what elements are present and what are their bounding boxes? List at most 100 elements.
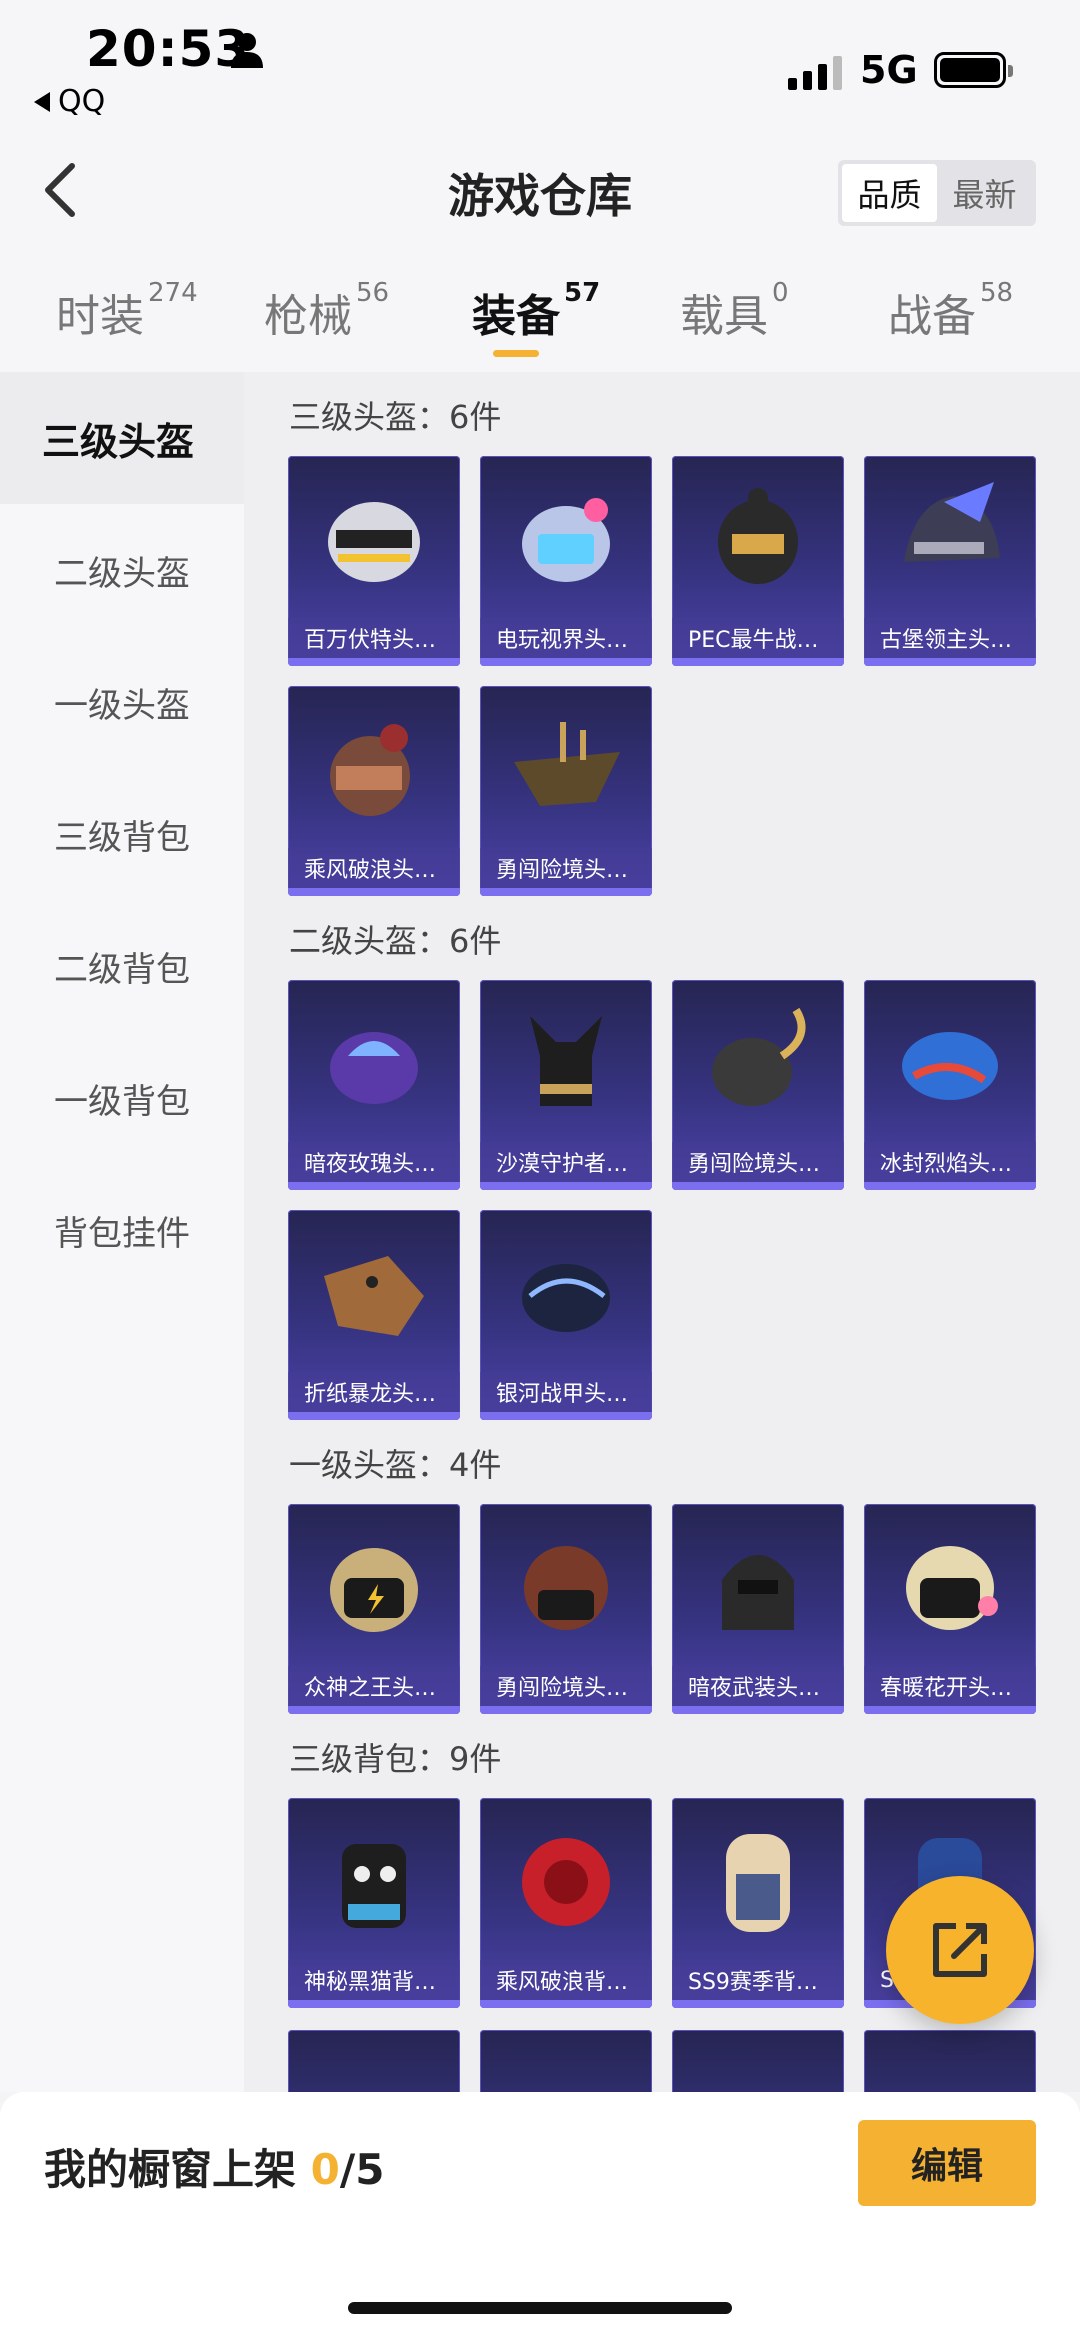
helmet-icon [330,724,410,816]
helmet-icon [902,1032,998,1100]
sidebar-item-level2-backpack[interactable]: 二级背包 [0,900,244,1032]
item-card[interactable]: 乘风破浪头… [288,686,460,896]
status-bar: 20:53 QQ 5G [0,0,1080,130]
item-card[interactable]: 春暖花开头… [864,1504,1036,1714]
helmet-icon [524,1546,608,1630]
item-name: 神秘黑猫背… [288,1960,460,2000]
backpack-icon [342,1844,406,1928]
item-card[interactable]: PEC最牛战… [672,456,844,666]
status-time: 20:53 [86,20,251,78]
tab-battle-supplies[interactable]: 战备 58 [888,278,1013,344]
item-name: 折纸暴龙头… [288,1372,460,1412]
section-title: 二级头盔：6件 [289,922,502,960]
shelf-status: 我的橱窗上架 0/5 [44,2145,385,2194]
sort-toggle: 品质 最新 [838,160,1036,226]
helmet-icon [718,488,798,584]
item-card[interactable] [480,2030,652,2092]
item-name: 暗夜武装头… [672,1666,844,1706]
helmet-icon [722,1555,794,1630]
sidebar-item-level3-backpack[interactable]: 三级背包 [0,768,244,900]
helmet-icon [324,1256,424,1336]
item-card[interactable]: 乘风破浪背… [480,1798,652,2008]
section-title: 三级头盔：6件 [289,398,502,436]
backpack-icon [522,1838,610,1926]
back-app-label: QQ [58,84,106,119]
back-triangle-icon [34,91,50,112]
helmet-icon [906,1546,998,1630]
nav-header: 游戏仓库 品质 最新 [0,130,1080,250]
item-name: 电玩视界头… [480,618,652,658]
sidebar-item-backpack-pendant[interactable]: 背包挂件 [0,1164,244,1296]
helmet-icon [522,498,610,582]
item-card[interactable]: 勇闯险境头… [480,686,652,896]
item-name: 沙漠守护者… [480,1142,652,1182]
sidebar-item-level2-helmet[interactable]: 二级头盔 [0,504,244,636]
edit-button[interactable]: 编辑 [858,2120,1036,2206]
item-card[interactable]: 百万伏特头… [288,456,460,666]
sidebar-item-level1-helmet[interactable]: 一级头盔 [0,636,244,768]
item-name: 百万伏特头… [288,618,460,658]
item-card[interactable]: 冰封烈焰头… [864,980,1036,1190]
item-name: 银河战甲头… [480,1372,652,1412]
back-to-app-link[interactable]: QQ [34,84,105,119]
item-card[interactable]: SS9赛季背… [672,1798,844,2008]
tab-vehicles[interactable]: 载具 0 [680,278,789,344]
section-title: 一级头盔：4件 [289,1446,502,1484]
sidebar-item-level1-backpack[interactable]: 一级背包 [0,1032,244,1164]
helmet-icon [530,1016,602,1106]
helmet-icon [712,1007,806,1106]
tab-guns[interactable]: 枪械 56 [264,278,389,344]
item-grid: 三级头盔：6件 百万伏特头… 电玩视界头… PEC最牛战… 古堡领主头… 乘风破… [244,372,1080,2092]
share-button[interactable] [886,1876,1034,2024]
share-icon [933,1923,987,1977]
home-indicator [348,2302,732,2314]
item-card[interactable]: 银河战甲头… [480,1210,652,1420]
tab-active-indicator [493,350,539,357]
item-card[interactable]: 神秘黑猫背… [288,1798,460,2008]
item-name: 乘风破浪背… [480,1960,652,2000]
item-card[interactable] [288,2030,460,2092]
item-name: 冰封烈焰头… [864,1142,1036,1182]
item-name: SS9赛季背… [672,1960,844,2000]
item-name: 勇闯险境头… [480,848,652,888]
network-type: 5G [860,48,918,92]
helmet-icon [522,1264,610,1332]
item-name: 众神之王头… [288,1666,460,1706]
tab-fashion[interactable]: 时装 274 [56,278,198,344]
sort-option-newest[interactable]: 最新 [937,164,1032,222]
section-title: 三级背包：9件 [289,1740,502,1778]
item-card[interactable]: 暗夜武装头… [672,1504,844,1714]
item-card[interactable]: 电玩视界头… [480,456,652,666]
bottom-shelf-bar: 我的橱窗上架 0/5 编辑 [0,2092,1080,2337]
signal-icon [788,56,842,90]
item-card[interactable]: 折纸暴龙头… [288,1210,460,1420]
helmet-icon [514,722,620,806]
item-card[interactable]: 暗夜玫瑰头… [288,980,460,1190]
item-name: 暗夜玫瑰头… [288,1142,460,1182]
item-name: 乘风破浪头… [288,848,460,888]
item-card[interactable]: 众神之王头… [288,1504,460,1714]
person-icon [231,33,263,68]
item-card[interactable] [864,2030,1036,2092]
battery-icon [934,52,1013,88]
helmet-icon [328,502,420,582]
helmet-icon [330,1032,418,1104]
item-card[interactable]: 沙漠守护者… [480,980,652,1190]
helmet-icon [904,482,1000,562]
item-card[interactable]: 古堡领主头… [864,456,1036,666]
sort-option-quality[interactable]: 品质 [842,164,937,222]
item-name: 春暖花开头… [864,1666,1036,1706]
item-card[interactable]: 勇闯险境头… [480,1504,652,1714]
item-name: 勇闯险境头… [672,1142,844,1182]
item-card[interactable]: 勇闯险境头… [672,980,844,1190]
helmet-icon [330,1548,418,1632]
item-name: 勇闯险境头… [480,1666,652,1706]
subcategory-sidebar: 三级头盔 二级头盔 一级头盔 三级背包 二级背包 一级背包 背包挂件 [0,372,244,2092]
sidebar-item-level3-helmet[interactable]: 三级头盔 [0,372,244,504]
tab-equipment[interactable]: 装备 57 [472,278,600,344]
item-name: 古堡领主头… [864,618,1036,658]
backpack-icon [726,1834,790,1932]
item-card[interactable] [672,2030,844,2092]
item-name: PEC最牛战… [672,618,844,658]
category-tabs: 时装 274 枪械 56 装备 57 载具 0 战备 58 [0,250,1080,372]
